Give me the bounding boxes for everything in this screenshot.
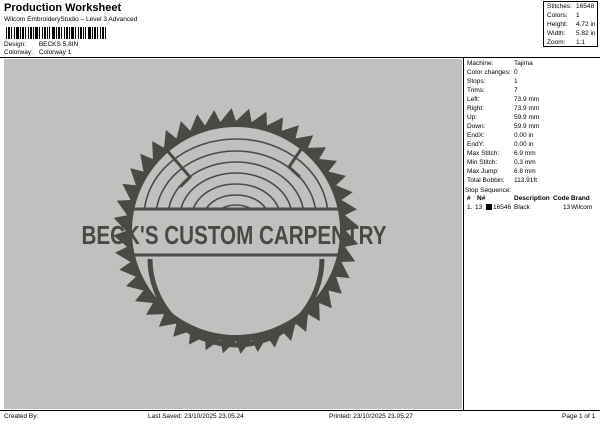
machine-info-label: Total Bobbin:: [467, 177, 505, 184]
design-text: BECK'S CUSTOM CARPENTRY: [82, 220, 387, 250]
machine-info-row: Total Bobbin: 113.91ft: [467, 177, 537, 184]
machine-info-label: Trims:: [467, 87, 485, 94]
machine-info-row: Trims: 7: [467, 87, 518, 94]
row-n: 13: [475, 204, 483, 211]
header-divider: [0, 57, 600, 58]
barcode: [6, 27, 106, 39]
col-brand: Brand: [571, 195, 590, 202]
software-subtitle: Wilcom EmbroideryStudio – Level 3 Advanc…: [4, 16, 138, 23]
width-label: Width:: [547, 30, 566, 37]
row-num: 1.: [467, 204, 473, 211]
machine-info-row: EndX: 0.00 in: [467, 132, 534, 139]
stitches-value: 16548: [576, 3, 595, 10]
machine-info-value: 0.00 in: [514, 141, 534, 148]
col-description: Description: [514, 195, 550, 202]
machine-info-label: Right:: [467, 105, 484, 112]
colorway-label: Colorway:: [4, 49, 33, 56]
machine-info-row: Machine: Tajima: [467, 60, 533, 67]
colorway-value: Colorway 1: [38, 49, 72, 56]
row-brand: Wilcom: [571, 204, 593, 211]
width-value: 5.82 in: [576, 30, 596, 37]
machine-info-row: Up: 59.9 mm: [467, 114, 539, 121]
machine-info-value: 113.91ft: [514, 177, 538, 184]
design-value: BECKS 5,8IN: [38, 41, 79, 48]
machine-info-value: 73.9 mm: [514, 96, 540, 103]
thread-swatch: [486, 204, 492, 210]
design-label: Design:: [4, 41, 27, 48]
machine-info-value: 73.9 mm: [514, 105, 540, 112]
machine-info-label: Stops:: [467, 78, 486, 85]
stop-sequence-title: Stop Sequence:: [465, 187, 512, 194]
machine-info-label: Up:: [467, 114, 478, 121]
stop-row: 1. 13 16546 Black 13 Wilcom: [465, 204, 599, 213]
stop-sequence-header: # N# Description Code Brand: [465, 195, 599, 204]
machine-info-label: Left:: [467, 96, 480, 103]
page-title: Production Worksheet: [4, 2, 122, 14]
height-label: Height:: [547, 21, 568, 28]
machine-info-value: Tajima: [514, 60, 533, 67]
machine-info-label: Color changes:: [467, 69, 511, 76]
panel-divider: [463, 57, 464, 410]
height-value: 4.72 in: [576, 21, 596, 28]
created-by: Created By:: [4, 413, 39, 420]
machine-info-value: 0.00 in: [514, 132, 534, 139]
machine-info-row: Color changes: 0: [467, 69, 518, 76]
machine-info-label: Min Stitch:: [467, 159, 498, 166]
colors-label: Colors:: [547, 12, 568, 19]
row-description: Black: [514, 204, 530, 211]
footer-divider: [0, 410, 600, 411]
machine-info-label: EndY:: [467, 141, 485, 148]
col-n: N#: [477, 195, 486, 202]
row-code: 13: [563, 204, 571, 211]
machine-info-value: 6.8 mm: [514, 168, 536, 175]
machine-info-label: Max Stitch:: [467, 150, 500, 157]
col-code: Code: [553, 195, 570, 202]
zoom-label: Zoom:: [547, 39, 566, 46]
machine-info-value: 0.3 mm: [514, 159, 536, 166]
machine-info-value: 1: [514, 78, 518, 85]
machine-info-value: 59.9 mm: [514, 123, 540, 130]
machine-info-row: Stops: 1: [467, 78, 518, 85]
machine-info-label: Machine:: [467, 60, 494, 67]
machine-info-row: Down: 59.9 mm: [467, 123, 539, 130]
colors-value: 1: [576, 12, 580, 19]
machine-info-row: EndY: 0.00 in: [467, 141, 534, 148]
machine-info-value: 7: [514, 87, 518, 94]
machine-info-label: EndX:: [467, 132, 485, 139]
machine-info-value: 0: [514, 69, 518, 76]
machine-info-row: Left: 73.9 mm: [467, 96, 539, 103]
machine-info-value: 59.9 mm: [514, 114, 540, 121]
stitches-label: Stitches:: [547, 3, 572, 10]
col-num: #: [467, 195, 471, 202]
machine-info-label: Max Jump:: [467, 168, 499, 175]
design-row: Design: BECKS 5,8IN: [4, 41, 78, 48]
design-preview: BECK'S CUSTOM CARPENTRY: [4, 59, 462, 409]
colorway-row: Colorway: Colorway 1: [4, 49, 71, 56]
machine-info-row: Right: 73.9 mm: [467, 105, 539, 112]
machine-info-row: Max Jump: 6.8 mm: [467, 168, 536, 175]
machine-info-label: Down:: [467, 123, 486, 130]
page-number: Page 1 of 1: [562, 413, 596, 420]
printed-date: Printed: 23/10/2025 23.05.27: [329, 413, 413, 420]
machine-info-row: Max Stitch: 6.9 mm: [467, 150, 536, 157]
machine-info-row: Min Stitch: 0.3 mm: [467, 159, 536, 166]
zoom-value: 1:1: [576, 39, 586, 46]
row-stitches: 16546: [493, 204, 512, 211]
machine-info-value: 6.9 mm: [514, 150, 536, 157]
stats-box: Stitches: 16548 Colors: 1 Height: 4.72 i…: [543, 1, 598, 47]
embroidery-design: BECK'S CUSTOM CARPENTRY: [82, 108, 387, 354]
last-saved: Last Saved: 23/10/2025 23.05.24: [148, 413, 244, 420]
